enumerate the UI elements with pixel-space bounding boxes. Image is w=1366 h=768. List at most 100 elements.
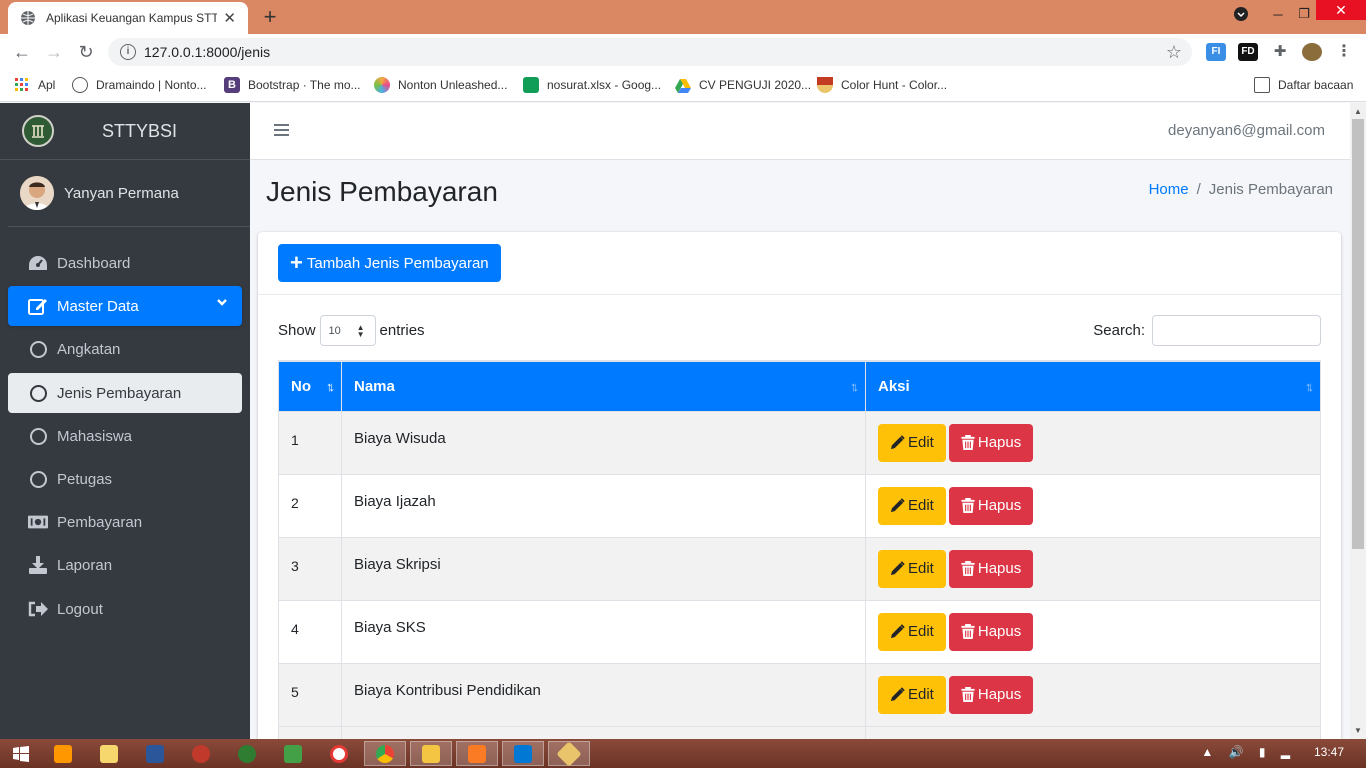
back-icon[interactable]: ← xyxy=(6,36,38,68)
scroll-up-icon[interactable]: ▲ xyxy=(1354,107,1362,116)
taskbar-network-icon[interactable] xyxy=(272,741,314,766)
extension-fi-icon[interactable]: FI xyxy=(1206,43,1226,61)
bookmarks-bar: Apl Dramaindo | Nonto... B Bootstrap · T… xyxy=(0,70,1366,102)
trash-icon xyxy=(961,561,978,576)
breadcrumb-home-link[interactable]: Home xyxy=(1149,181,1189,198)
bookmark-label: Dramaindo | Nonto... xyxy=(96,78,207,92)
taskbar-explorer-icon[interactable] xyxy=(410,741,452,766)
search-input[interactable] xyxy=(1152,315,1321,346)
menu-kebab-icon[interactable]: ⋮ xyxy=(1334,43,1354,61)
delete-button[interactable]: Hapus xyxy=(948,612,1034,651)
cell-aksi: Edit Hapus xyxy=(865,662,1321,726)
sidebar-item-laporan[interactable]: Laporan xyxy=(8,545,242,585)
globe-icon xyxy=(21,11,35,25)
show-label: Show xyxy=(278,322,316,339)
circle-icon xyxy=(28,383,48,403)
table-header-row: No ↑↓ Nama ↑↓ Aksi ↑↓ xyxy=(278,360,1321,411)
sidebar-item-jenis-pembayaran[interactable]: Jenis Pembayaran xyxy=(8,373,242,413)
bookmark-nosurat[interactable]: nosurat.xlsx - Goog... xyxy=(523,77,661,93)
bookmark-apps[interactable]: Apl xyxy=(14,77,55,93)
browser-tab[interactable]: Aplikasi Keuangan Kampus STTYBSI ✕ xyxy=(8,2,248,34)
close-window-icon[interactable]: ✕ xyxy=(1316,0,1366,20)
system-tray-icons[interactable]: ▲ 🔊 ▮ ▂ xyxy=(1201,745,1296,759)
apps-grid-icon xyxy=(15,78,28,91)
reload-icon[interactable]: ↻ xyxy=(70,36,102,68)
sidebar-item-angkatan[interactable]: Angkatan xyxy=(8,329,242,369)
page-title: Jenis Pembayaran xyxy=(266,176,498,207)
page-scrollbar[interactable]: ▲ ▼ xyxy=(1350,103,1366,739)
bookmark-star-icon[interactable]: ☆ xyxy=(1166,42,1182,63)
brand-link[interactable]: STTYBSI xyxy=(0,103,250,160)
user-panel[interactable]: Yanyan Permana xyxy=(8,160,250,227)
minimize-icon[interactable]: ─ xyxy=(1264,0,1292,28)
restore-icon[interactable]: ❐ xyxy=(1292,0,1316,28)
scroll-down-icon[interactable]: ▼ xyxy=(1354,726,1362,735)
sort-icon: ↑↓ xyxy=(850,379,859,394)
taskbar-chrome-icon[interactable] xyxy=(364,741,406,766)
taskbar-clock[interactable]: 13:47 xyxy=(1314,745,1344,759)
sidebar-item-dashboard[interactable]: Dashboard xyxy=(8,243,242,283)
profile-avatar-icon[interactable] xyxy=(1302,43,1322,61)
delete-button[interactable]: Hapus xyxy=(948,549,1034,588)
sidebar-item-master-data[interactable]: Master Data xyxy=(8,286,242,326)
column-header-aksi[interactable]: Aksi ↑↓ xyxy=(865,360,1321,411)
close-tab-icon[interactable]: ✕ xyxy=(223,9,236,27)
taskbar-git-icon[interactable] xyxy=(548,740,590,767)
edit-button[interactable]: Edit xyxy=(878,612,946,651)
taskbar-media-icon[interactable] xyxy=(226,741,268,766)
bookmark-nonton[interactable]: Nonton Unleashed... xyxy=(374,77,507,93)
trash-icon xyxy=(961,687,978,702)
add-jenis-pembayaran-button[interactable]: + Tambah Jenis Pembayaran xyxy=(278,244,501,282)
edit-button[interactable]: Edit xyxy=(878,486,946,525)
edit-button[interactable]: Edit xyxy=(878,549,946,588)
breadcrumb-separator: / xyxy=(1196,181,1201,198)
drive-icon xyxy=(675,79,691,93)
column-header-no[interactable]: No ↑↓ xyxy=(278,360,342,411)
brand-logo-icon xyxy=(22,115,54,147)
bookmark-color-hunt[interactable]: Color Hunt - Color... xyxy=(817,77,947,93)
hamburger-menu-icon[interactable] xyxy=(274,123,290,137)
bookmark-bootstrap[interactable]: B Bootstrap · The mo... xyxy=(224,77,361,93)
scrollbar-thumb[interactable] xyxy=(1352,119,1364,549)
entries-select[interactable]: 10 ▲ ▼ xyxy=(319,315,376,346)
sidebar-item-label: Jenis Pembayaran xyxy=(57,384,182,402)
delete-button[interactable]: Hapus xyxy=(948,423,1034,462)
sidebar-item-mahasiswa[interactable]: Mahasiswa xyxy=(8,416,242,456)
sidebar-item-logout[interactable]: Logout xyxy=(8,589,242,629)
avatar xyxy=(20,176,54,210)
taskbar-opera-icon[interactable] xyxy=(318,741,360,766)
taskbar-app-icon[interactable] xyxy=(180,741,222,766)
taskbar-word-icon[interactable] xyxy=(134,741,176,766)
edit-button[interactable]: Edit xyxy=(878,675,946,714)
delete-button[interactable]: Hapus xyxy=(948,675,1034,714)
extensions-puzzle-icon[interactable]: ✚ xyxy=(1270,43,1290,61)
extension-fd-icon[interactable]: FD xyxy=(1238,43,1258,61)
taskbar-sublime-icon[interactable] xyxy=(42,741,84,766)
url-bar[interactable]: i 127.0.0.1:8000/jenis ☆ xyxy=(108,38,1192,66)
reading-list[interactable]: Daftar bacaan xyxy=(1254,77,1353,93)
windows-start-icon[interactable] xyxy=(0,741,42,766)
info-icon[interactable]: i xyxy=(120,44,136,60)
sort-icon: ↑↓ xyxy=(1305,379,1314,394)
taskbar-paint-icon[interactable] xyxy=(88,741,130,766)
column-header-nama[interactable]: Nama ↑↓ xyxy=(341,360,866,411)
play-icon xyxy=(72,77,88,93)
new-tab-button[interactable]: + xyxy=(258,4,282,30)
profile-dropdown-icon[interactable] xyxy=(1228,0,1254,28)
taskbar-xampp-icon[interactable] xyxy=(456,741,498,766)
pencil-icon xyxy=(890,498,908,513)
bookmark-dramaindo[interactable]: Dramaindo | Nonto... xyxy=(72,77,207,93)
bootstrap-icon: B xyxy=(224,77,240,93)
forward-icon[interactable]: → xyxy=(38,36,70,68)
url-text: 127.0.0.1:8000/jenis xyxy=(144,44,271,60)
taskbar-vscode-icon[interactable] xyxy=(502,741,544,766)
sidebar-item-label: Laporan xyxy=(57,556,113,574)
entries-label: entries xyxy=(379,322,425,339)
color-hunt-icon xyxy=(817,77,833,93)
bookmark-cv-penguji[interactable]: CV PENGUJI 2020... xyxy=(675,77,811,93)
sidebar-item-petugas[interactable]: Petugas xyxy=(8,459,242,499)
delete-button[interactable]: Hapus xyxy=(948,486,1034,525)
sidebar-item-pembayaran[interactable]: Pembayaran xyxy=(8,502,242,542)
edit-button[interactable]: Edit xyxy=(878,423,946,462)
user-email[interactable]: deyanyan6@gmail.com xyxy=(1168,122,1325,139)
